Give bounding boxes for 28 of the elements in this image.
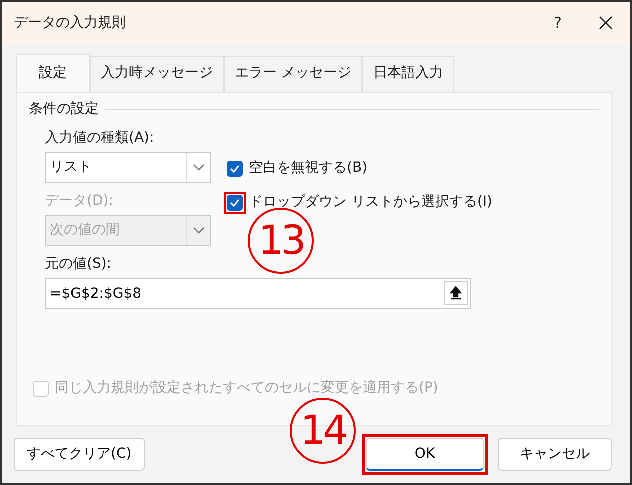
collapse-button[interactable] [444, 281, 468, 305]
field-label: 入力値の種類(A): [45, 129, 156, 148]
group-title: 条件の設定 [29, 100, 99, 119]
chevron-down-icon [192, 226, 204, 234]
help-button[interactable]: ? [534, 2, 582, 44]
window-title: データの入力規則 [14, 14, 127, 32]
source-input[interactable]: =$G$2:$G$8 [45, 278, 471, 309]
dialog-button[interactable]: OK [366, 438, 484, 471]
checkbox-label: 同じ入力規則が設定されたすべてのセルに変更を適用する(P) [55, 379, 438, 398]
dialog-button[interactable]: すべてクリア(C) [14, 438, 145, 471]
close-icon [598, 15, 614, 31]
type-dropdown[interactable]: リスト [45, 152, 211, 183]
tab[interactable]: 設定 [16, 54, 90, 92]
tab[interactable]: 日本語入力 [362, 56, 454, 92]
upload-arrow-icon [450, 286, 462, 300]
step-number-circle: 13 [248, 208, 314, 274]
condition-dropdown: 次の値の間 [45, 215, 211, 246]
field-label: 元の値(S): [45, 255, 113, 274]
dialog-button[interactable]: キャンセル [498, 438, 612, 471]
checkmark-icon [230, 164, 240, 172]
tab[interactable]: 入力時メッセージ [90, 56, 224, 92]
checkbox-label: 空白を無視する(B) [249, 159, 368, 178]
field-label: データ(D): [45, 192, 114, 211]
checkmark-icon [230, 198, 240, 206]
tab[interactable]: エラー メッセージ [224, 56, 362, 92]
checkbox[interactable] [227, 160, 243, 176]
step-number-circle: 14 [290, 398, 356, 464]
chevron-down-icon [192, 164, 204, 172]
